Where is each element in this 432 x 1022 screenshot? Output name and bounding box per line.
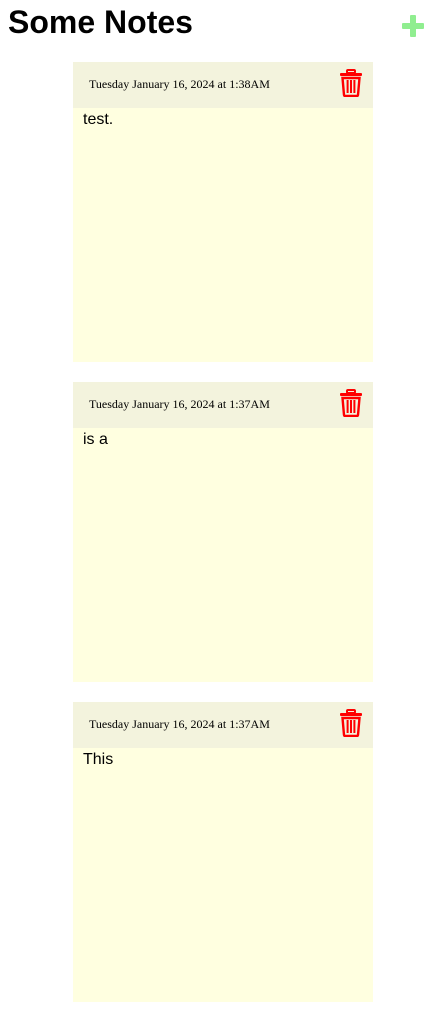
trash-icon [340,709,362,737]
note-header: Tuesday January 16, 2024 at 1:37AM [73,382,373,428]
trash-icon [340,389,362,417]
note-date: Tuesday January 16, 2024 at 1:38AM [89,77,270,91]
note-text[interactable]: is a [83,431,363,449]
note-card: Tuesday January 16, 2024 at 1:38AM test. [73,62,373,362]
note-date: Tuesday January 16, 2024 at 1:37AM [89,397,270,411]
note-text[interactable]: This [83,751,363,769]
delete-note-button[interactable] [339,709,363,737]
trash-icon [340,69,362,97]
note-date: Tuesday January 16, 2024 at 1:37AM [89,717,270,731]
note-card: Tuesday January 16, 2024 at 1:37AM is a [73,382,373,682]
note-card: Tuesday January 16, 2024 at 1:37AM This [73,702,373,1002]
note-text[interactable]: test. [83,111,363,129]
note-header: Tuesday January 16, 2024 at 1:37AM [73,702,373,748]
add-note-button[interactable] [401,14,425,38]
plus-icon [402,15,424,37]
delete-note-button[interactable] [339,69,363,97]
delete-note-button[interactable] [339,389,363,417]
note-header: Tuesday January 16, 2024 at 1:38AM [73,62,373,108]
notes-list: Tuesday January 16, 2024 at 1:38AM test.… [73,62,373,1022]
app-title: Some Notes [8,4,193,40]
